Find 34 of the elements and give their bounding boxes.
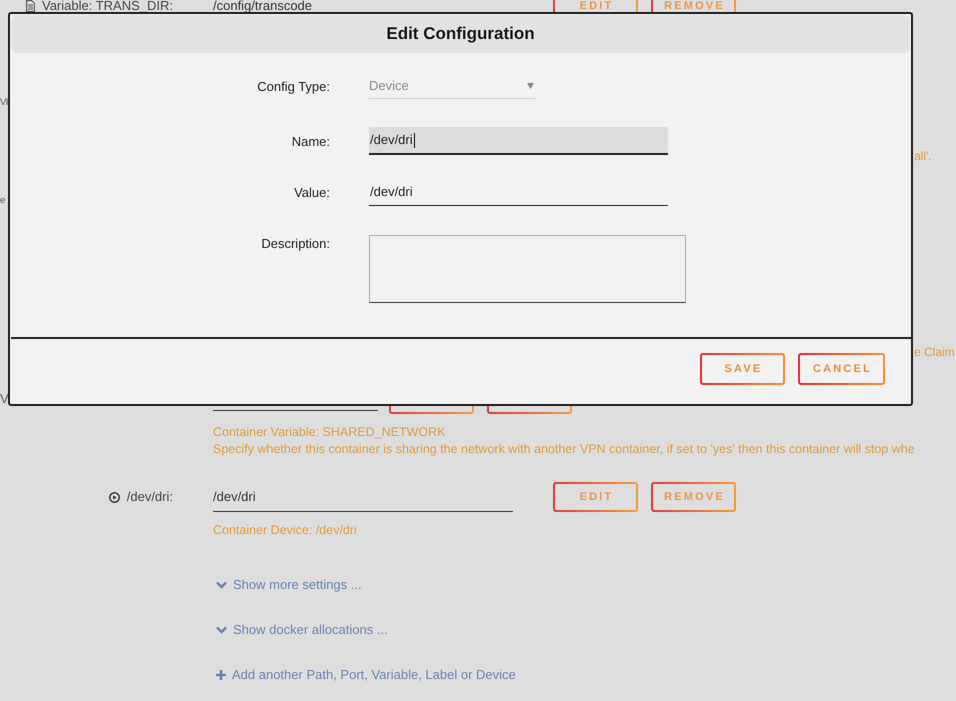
- field-label: Config Type:: [257, 78, 330, 94]
- field-label: Name:: [292, 132, 330, 150]
- field-description: Container Variable: SHARED_NETWORK: [213, 424, 446, 441]
- description-field[interactable]: [369, 235, 686, 303]
- config-type-select: Device: [369, 73, 535, 99]
- save-button[interactable]: SAVE: [700, 353, 785, 385]
- play-circle-icon: [108, 492, 120, 502]
- dialog-title: Edit Configuration: [386, 23, 535, 46]
- add-link[interactable]: Add another Path, Port, Variable, Label or Device: [216, 665, 516, 685]
- expand-link[interactable]: Show docker allocations ...: [216, 620, 388, 640]
- text-fragment: all'.: [914, 149, 932, 163]
- text-cursor-icon: [414, 132, 415, 148]
- text-fragment: V: [0, 393, 9, 405]
- field-label: Value:: [294, 184, 330, 200]
- field-description: Specify whether this container is sharing the network with another VPN container, if set to 'yes' then this container will stop whe: [213, 441, 916, 458]
- field-label: Description:: [261, 235, 330, 252]
- chevron-down-icon: [216, 626, 227, 634]
- plus-icon: [216, 670, 226, 680]
- value-field[interactable]: /dev/dri: [213, 482, 513, 512]
- expand-link[interactable]: Show more settings ...: [216, 575, 362, 595]
- remove-button[interactable]: REMOVE: [651, 482, 736, 512]
- field-description: Container Device: /dev/dri: [213, 522, 358, 539]
- text-fragment: VI: [0, 96, 8, 110]
- text-fragment: e: [0, 194, 5, 208]
- setting-label: /dev/dri:: [126, 491, 173, 503]
- text-field[interactable]: /dev/dri: [369, 178, 668, 206]
- edit-button[interactable]: EDIT: [553, 482, 638, 512]
- text-field[interactable]: /dev/dri: [369, 127, 668, 155]
- cancel-button[interactable]: CANCEL: [798, 353, 885, 385]
- document-icon: [26, 0, 35, 12]
- chevron-down-icon: [216, 581, 227, 589]
- text-fragment: e Claim: [914, 345, 955, 359]
- setting-label: Variable: TRANS_DIR:: [42, 0, 173, 12]
- caret-down-icon: [527, 82, 534, 88]
